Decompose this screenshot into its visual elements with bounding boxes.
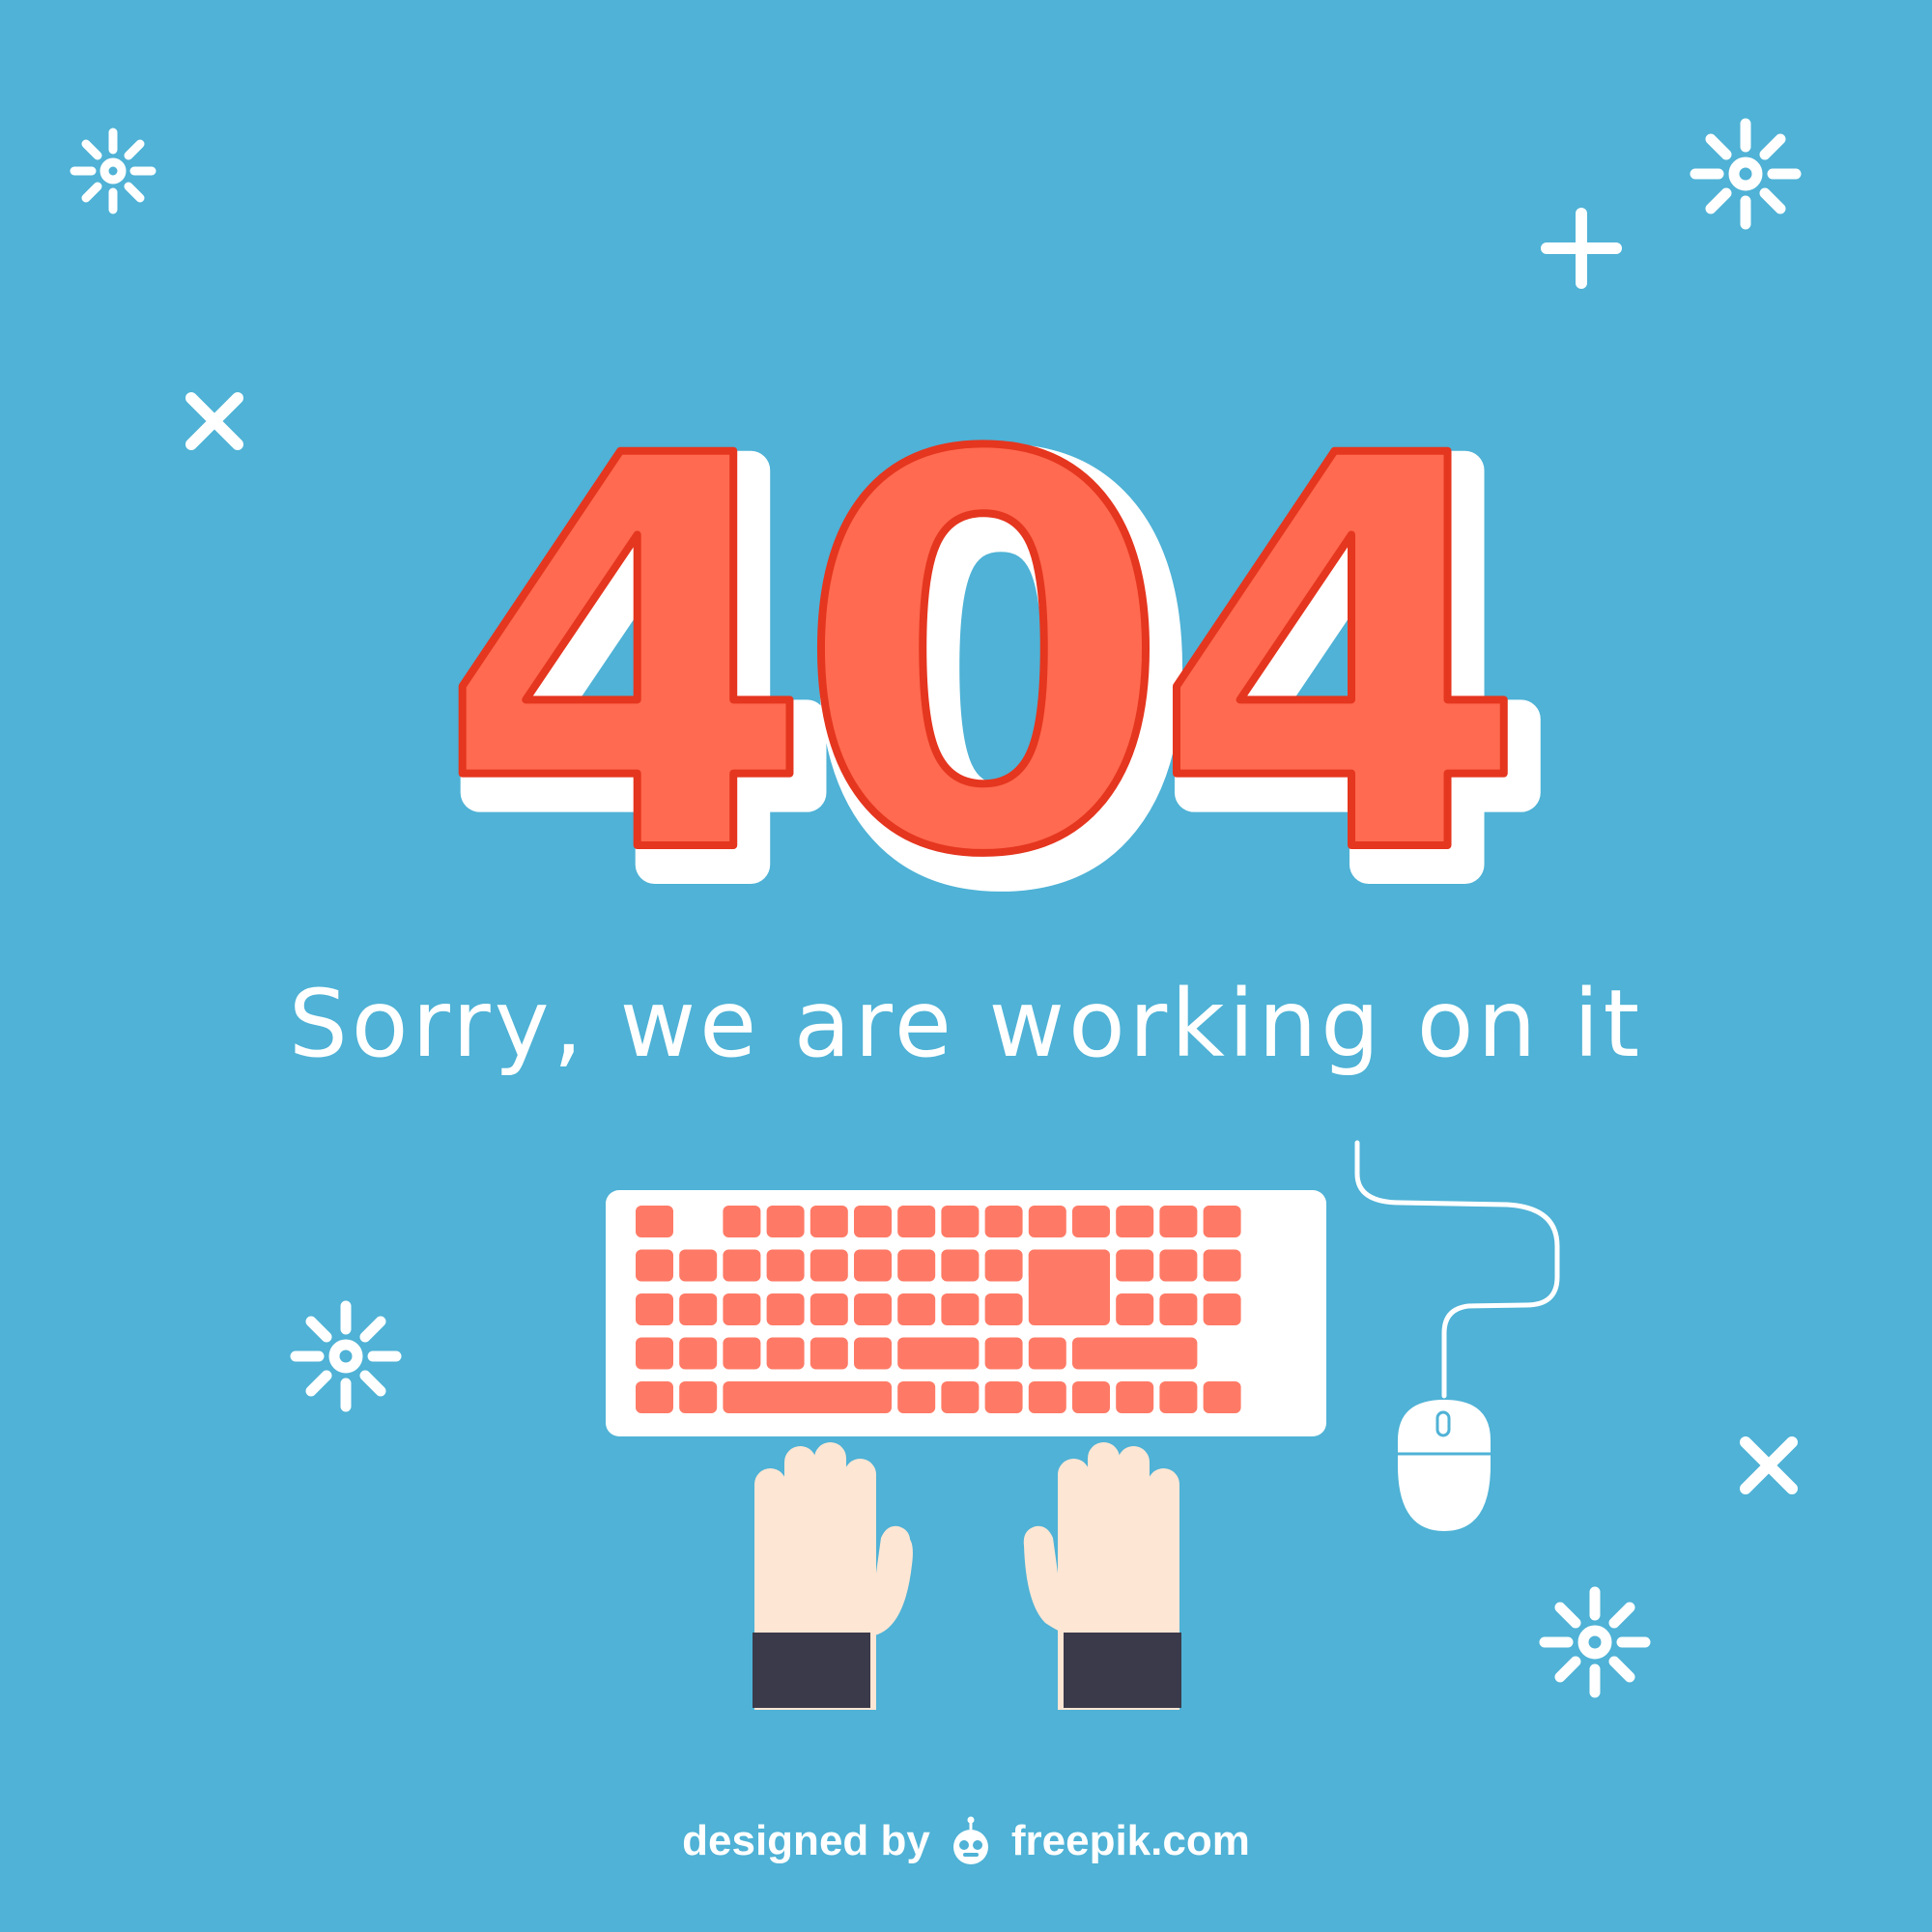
keyboard-key: [1028, 1381, 1066, 1413]
freepik-logo-icon: [952, 1816, 988, 1864]
keyboard-key: [1203, 1293, 1241, 1325]
keyboard-key: [984, 1249, 1023, 1282]
credit-prefix: designed by: [682, 1817, 930, 1864]
keyboard-key: [1203, 1206, 1241, 1237]
keyboard-key: [984, 1293, 1023, 1325]
sparkle-icon: [290, 1300, 402, 1412]
keyboard-key: [636, 1381, 673, 1413]
keyboard-key: [941, 1381, 980, 1413]
error-page: 404 404 Sorry, we are working on it desi…: [0, 0, 1932, 1932]
keyboard-key: [723, 1249, 761, 1282]
keyboard-key: [810, 1337, 848, 1370]
keyboard-key: [897, 1337, 980, 1370]
keyboard-key: [984, 1206, 1023, 1237]
keyboard-key: [636, 1206, 673, 1237]
keyboard-key: [897, 1249, 936, 1282]
keyboard-key: [766, 1293, 805, 1325]
keyboard-key: [679, 1337, 718, 1370]
sparkle-icon: [1539, 1586, 1651, 1698]
keyboard-key: [679, 1249, 718, 1282]
error-code-text: 404: [439, 344, 1510, 974]
left-hand: [753, 1442, 913, 1710]
keyboard-key: [941, 1293, 980, 1325]
right-hand: [1023, 1442, 1181, 1710]
credit-line[interactable]: designed by freepik.com: [0, 1812, 1932, 1870]
keyboard-key: [1028, 1206, 1066, 1237]
keyboard-key: [1028, 1337, 1066, 1370]
keyboard-key: [1072, 1337, 1198, 1370]
keyboard-key: [810, 1206, 848, 1237]
plus-icon: [1541, 208, 1622, 289]
keyboard-key: [636, 1293, 673, 1325]
keyboard-key: [854, 1206, 892, 1237]
keyboard-key: [1159, 1381, 1198, 1413]
keyboard-key: [810, 1293, 848, 1325]
keyboard-key: [636, 1337, 673, 1370]
keyboard-key: [723, 1337, 761, 1370]
sparkle-icon: [1690, 118, 1802, 230]
keyboard-key: [1072, 1381, 1110, 1413]
keyboard-key: [1116, 1249, 1154, 1282]
keyboard-key: [1116, 1293, 1154, 1325]
keyboard-key: [897, 1381, 936, 1413]
keyboard-icon: [606, 1190, 1326, 1436]
keyboard-key: [766, 1206, 805, 1237]
error-message: Sorry, we are working on it: [288, 970, 1644, 1078]
keyboard-key: [854, 1249, 892, 1282]
keyboard-key: [723, 1206, 761, 1237]
keyboard-key: [1203, 1381, 1241, 1413]
keyboard-key: [723, 1293, 761, 1325]
keyboard-key: [1116, 1381, 1154, 1413]
error-code-404: 404 404: [435, 340, 1566, 1012]
credit-brand[interactable]: freepik.com: [1011, 1812, 1250, 1870]
keyboard-key: [897, 1293, 936, 1325]
keyboard-key: [1203, 1249, 1241, 1282]
keyboard-key: [897, 1206, 936, 1237]
keyboard-key: [984, 1337, 1023, 1370]
keyboard-key: [854, 1293, 892, 1325]
hands-icon: [753, 1442, 1181, 1710]
keyboard-key: [636, 1249, 673, 1282]
sparkle-icon: [70, 128, 156, 214]
keyboard-key: [723, 1381, 892, 1413]
keyboard-key: [766, 1337, 805, 1370]
keyboard-key: [941, 1206, 980, 1237]
keyboard-key: [766, 1249, 805, 1282]
keyboard-key: [1116, 1206, 1154, 1237]
keyboard-key: [1159, 1249, 1198, 1282]
cross-icon: [1740, 1436, 1798, 1494]
keyboard-key: [1159, 1206, 1198, 1237]
keyboard-key: [854, 1337, 892, 1370]
keyboard-key: [679, 1293, 718, 1325]
cross-icon: [185, 392, 243, 450]
keyboard-key: [984, 1381, 1023, 1413]
keyboard-key: [1159, 1293, 1198, 1325]
keyboard-key: [1072, 1206, 1110, 1237]
keyboard-key: [941, 1249, 980, 1282]
keyboard-key: [810, 1249, 848, 1282]
mouse-icon: [1354, 1140, 1560, 1531]
keyboard-key: [679, 1381, 718, 1413]
keyboard-enter-key: [1028, 1249, 1110, 1325]
